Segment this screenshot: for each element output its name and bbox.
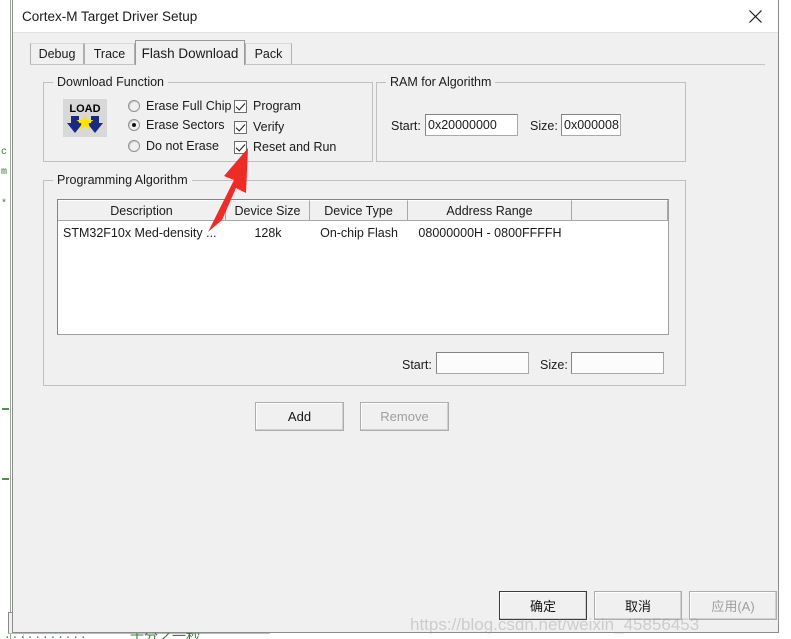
check-mark-program	[234, 99, 247, 113]
table-header-row: Description Device Size Device Type Addr…	[58, 200, 668, 221]
tab-debug[interactable]: Debug	[30, 43, 84, 64]
radio-erase-full-chip[interactable]: Erase Full Chip	[128, 99, 231, 113]
ok-button[interactable]: 确定	[499, 591, 587, 620]
range-start-input[interactable]	[436, 352, 529, 374]
radio-mark-do-not-erase	[128, 140, 140, 152]
ram-size-input[interactable]: 0x000008	[561, 114, 621, 136]
ram-start-input[interactable]: 0x20000000	[425, 114, 518, 136]
editor-glyph-c: c	[1, 147, 8, 158]
radio-label-erase-full-chip: Erase Full Chip	[146, 99, 232, 113]
tab-pack[interactable]: Pack	[245, 43, 292, 64]
checkbox-label-reset-and-run: Reset and Run	[253, 140, 337, 154]
table-header-address-range[interactable]: Address Range	[408, 200, 572, 221]
editor-fold-dash-2	[2, 478, 9, 480]
programming-algorithm-table[interactable]: Description Device Size Device Type Addr…	[57, 199, 669, 335]
remove-button[interactable]: Remove	[360, 402, 449, 431]
range-size-label: Size:	[540, 358, 568, 372]
editor-fold-dash-1	[2, 408, 9, 410]
programming-algorithm-title: Programming Algorithm	[53, 173, 192, 187]
radio-mark-erase-full-chip	[128, 100, 140, 112]
cell-description: STM32F10x Med-density ...	[63, 226, 217, 240]
editor-gutter-line	[10, 0, 11, 639]
close-icon[interactable]	[733, 0, 778, 32]
checkbox-label-program: Program	[253, 99, 301, 113]
tab-flash-download[interactable]: Flash Download	[135, 40, 245, 65]
radio-erase-sectors[interactable]: Erase Sectors	[128, 118, 225, 132]
table-header-blank[interactable]	[572, 200, 668, 221]
radio-label-do-not-erase: Do not Erase	[146, 139, 219, 153]
table-header-device-type[interactable]: Device Type	[310, 200, 408, 221]
dialog-titlebar: Cortex-M Target Driver Setup	[13, 0, 778, 33]
editor-glyph-star: *	[1, 199, 8, 210]
svg-text:LOAD: LOAD	[69, 103, 100, 115]
radio-label-erase-sectors: Erase Sectors	[146, 118, 225, 132]
check-mark-reset-and-run	[234, 140, 247, 154]
checkbox-label-verify: Verify	[253, 120, 285, 134]
tab-bar: Debug Trace Flash Download Pack	[30, 40, 765, 65]
range-start-label: Start:	[402, 358, 432, 372]
cell-device-type: On-chip Flash	[320, 226, 398, 240]
radio-mark-erase-sectors	[128, 119, 140, 131]
apply-button[interactable]: 应用(A)	[689, 591, 777, 620]
load-icon: LOAD	[63, 99, 107, 137]
checkbox-reset-and-run[interactable]: Reset and Run	[234, 140, 336, 154]
ram-size-label: Size:	[530, 119, 558, 133]
range-size-input[interactable]	[571, 352, 664, 374]
table-header-device-size[interactable]: Device Size	[226, 200, 310, 221]
tab-trace[interactable]: Trace	[84, 43, 135, 64]
checkbox-verify[interactable]: Verify	[234, 120, 284, 134]
table-header-description[interactable]: Description	[58, 200, 226, 221]
download-function-title: Download Function	[53, 75, 169, 89]
table-row[interactable]: STM32F10x Med-density ... 128k On-chip F…	[58, 223, 668, 243]
target-driver-setup-dialog: Cortex-M Target Driver Setup Debug Trace…	[12, 0, 779, 633]
editor-glyph-m: m	[1, 167, 8, 178]
checkbox-program[interactable]: Program	[234, 99, 301, 113]
check-mark-verify	[234, 120, 247, 134]
cell-device-size: 128k	[254, 226, 282, 240]
ram-for-algorithm-title: RAM for Algorithm	[386, 75, 496, 89]
add-button[interactable]: Add	[255, 402, 344, 431]
cancel-button[interactable]: 取消	[594, 591, 682, 620]
cell-address-range: 08000000H - 0800FFFFH	[418, 226, 562, 240]
radio-do-not-erase[interactable]: Do not Erase	[128, 139, 219, 153]
ram-start-label: Start:	[391, 119, 421, 133]
dialog-title: Cortex-M Target Driver Setup	[22, 9, 198, 24]
